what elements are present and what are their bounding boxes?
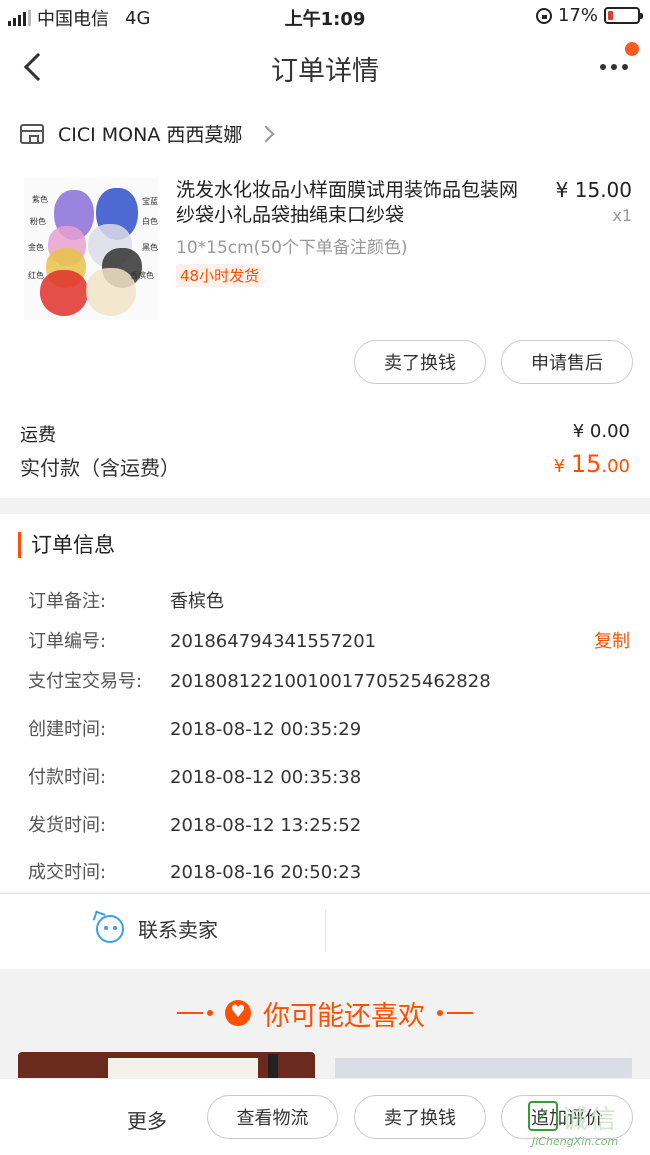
recommend-item-image[interactable] (18, 1052, 315, 1080)
info-value: 2018-08-12 00:35:38 (170, 767, 362, 788)
info-value: 2018-08-16 20:50:23 (170, 862, 362, 883)
copy-button[interactable]: 复制 (594, 627, 630, 653)
info-key: 发货时间: (28, 815, 107, 836)
more-button[interactable]: 更多 (127, 1105, 167, 1134)
info-value: 香槟色 (170, 591, 224, 612)
status-right: 17% (535, 5, 643, 26)
shop-name: CICI MONA 西西莫娜 (58, 124, 243, 146)
image-label: 金色 (28, 243, 44, 252)
info-value: 2018-08-12 13:25:52 (170, 815, 362, 836)
info-key: 成交时间: (28, 862, 107, 883)
image-label: 黑色 (142, 243, 158, 252)
info-row-paid: 付款时间: 2018-08-12 00:35:38 (28, 763, 361, 789)
paid-currency: ¥ (553, 456, 571, 477)
image-label: 紫色 (32, 195, 48, 204)
paid-amount-label: 实付款（含运费） (20, 456, 180, 480)
product-title[interactable]: 洗发水化妆品小样面膜试用装饰品包装网纱袋小礼品袋抽绳束口纱袋 (176, 178, 536, 228)
info-row-completed: 成交时间: 2018-08-16 20:50:23 (28, 858, 361, 884)
bottom-action-bar: 更多 查看物流 卖了换钱 追加评价 ✓ 诚信 JiChengXin.com (0, 1078, 650, 1155)
contact-seller-label: 联系卖家 (138, 918, 218, 942)
info-row-created: 创建时间: 2018-08-12 00:35:29 (28, 715, 361, 741)
info-value: 201864794341557201 (170, 631, 377, 652)
chat-face-icon (96, 914, 124, 943)
contact-card: 联系卖家 (0, 893, 650, 969)
paid-integer: 15 (570, 450, 602, 478)
shipping-fee-label: 运费 (20, 425, 56, 446)
order-info-card: 订单信息 订单备注: 香槟色 订单编号: 201864794341557201 复制… (0, 514, 650, 892)
nav-bar: 订单详情 (0, 34, 650, 100)
shipping-fee-value: ¥ 0.00 (572, 421, 630, 442)
paid-amount-value: ¥ 15.00 (554, 450, 630, 478)
view-logistics-button[interactable]: 查看物流 (207, 1095, 338, 1139)
battery-percent: 17% (557, 5, 598, 26)
more-options-button[interactable] (600, 56, 630, 76)
info-value: 2018081221001001770525462828 (170, 671, 491, 692)
sell-swap-button[interactable]: 卖了换钱 (354, 340, 486, 384)
shop-link[interactable]: CICI MONA 西西莫娜 (20, 120, 275, 147)
notification-dot (625, 42, 639, 56)
image-label: 宝蓝 (142, 197, 158, 206)
shop-icon (20, 123, 44, 144)
product-image[interactable]: 紫色 宝蓝 粉色 白色 金色 黑色 红色 香槟色 (24, 178, 158, 320)
product-quantity: x1 (612, 206, 632, 225)
image-label: 白色 (142, 217, 158, 226)
image-label: 红色 (28, 271, 44, 280)
info-row-alipay-number: 支付宝交易号: 2018081221001001770525462828 (28, 667, 491, 693)
info-key: 订单备注: (28, 591, 107, 612)
recommend-item-image[interactable] (335, 1052, 632, 1080)
dash-decoration (437, 1010, 473, 1016)
product-spec: 10*15cm(50个下单备注颜色) (176, 238, 408, 258)
info-value: 2018-08-12 00:35:29 (170, 719, 362, 740)
battery-icon (604, 7, 643, 24)
product-price: ¥ 15.00 (555, 178, 632, 202)
watermark-logo: ✓ 诚信 JiChengXin.com (528, 1099, 644, 1149)
paid-decimal: .00 (601, 456, 630, 477)
chevron-right-icon (257, 125, 275, 142)
after-sale-button[interactable]: 申请售后 (501, 340, 633, 384)
recommend-header: 你可能还喜欢 (0, 993, 650, 1033)
info-key: 支付宝交易号: (28, 671, 143, 692)
info-row-shipped: 发货时间: 2018-08-12 13:25:52 (28, 811, 361, 837)
order-card: CICI MONA 西西莫娜 紫色 宝蓝 粉色 白色 金色 黑色 红色 香槟色 … (0, 100, 650, 498)
recommend-title: 你可能还喜欢 (263, 1000, 425, 1032)
more-dots-icon (600, 64, 628, 70)
sell-swap-bottom-button[interactable]: 卖了换钱 (354, 1095, 486, 1139)
page-title: 订单详情 (271, 56, 379, 87)
watermark-icon: ✓ (528, 1101, 558, 1131)
image-label: 香槟色 (130, 271, 154, 280)
info-row-remark: 订单备注: 香槟色 (28, 587, 224, 613)
image-label: 粉色 (30, 217, 46, 226)
rotation-lock-icon (535, 7, 552, 24)
watermark-text: 诚信 (562, 1105, 619, 1135)
info-key: 订单编号: (28, 631, 107, 652)
info-row-order-number: 订单编号: 201864794341557201 (28, 627, 376, 653)
info-key: 付款时间: (28, 767, 107, 788)
status-bar: 中国电信 4G 上午1:09 17% (0, 0, 650, 34)
watermark-url: JiChengXin.com (532, 1135, 619, 1148)
heart-icon (225, 1000, 251, 1026)
info-key: 创建时间: (28, 719, 107, 740)
dash-decoration (177, 1010, 213, 1016)
shipping-badge: 48小时发货 (176, 264, 264, 287)
divider (325, 910, 326, 952)
contact-seller-button[interactable]: 联系卖家 (96, 914, 218, 943)
order-info-title: 订单信息 (18, 532, 115, 558)
